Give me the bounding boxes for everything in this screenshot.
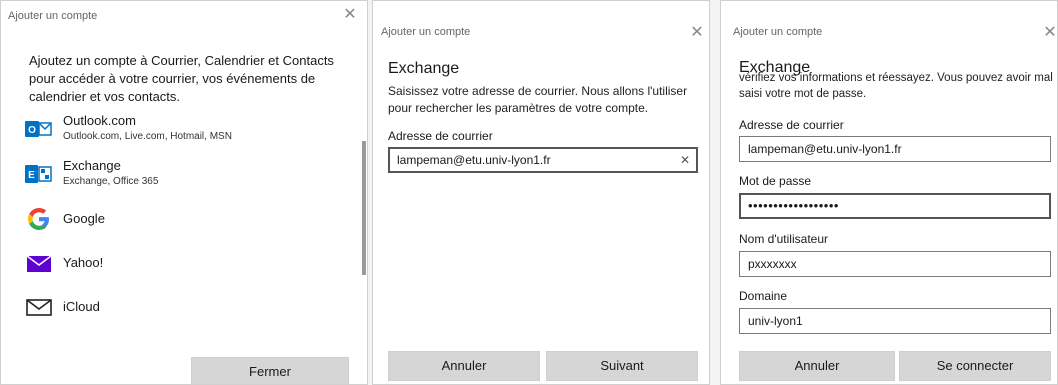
window-title: Ajouter un compte	[381, 26, 471, 38]
email-label: Adresse de courrier	[739, 118, 844, 132]
yahoo-icon	[25, 249, 53, 277]
account-subtitle: Exchange, Office 365	[63, 176, 159, 187]
account-option-outlook[interactable]: O Outlook.com Outlook.com, Live.com, Hot…	[25, 113, 345, 147]
close-button[interactable]: Fermer	[191, 357, 349, 384]
account-option-icloud[interactable]: iCloud	[25, 291, 345, 325]
close-icon[interactable]: ✕	[1039, 22, 1057, 44]
clear-icon[interactable]: ✕	[680, 149, 690, 171]
connect-button[interactable]: Se connecter	[899, 351, 1051, 381]
window-title: Ajouter un compte	[8, 10, 98, 22]
username-label: Nom d'utilisateur	[739, 232, 828, 246]
email-field[interactable]: lampeman@etu.univ-lyon1.fr ✕	[388, 147, 698, 173]
add-account-dialog-exchange-email: Ajouter un compte ✕ Exchange Saisissez v…	[372, 0, 710, 385]
description-text: Saisissez votre adresse de courrier. Nou…	[388, 84, 688, 115]
username-field[interactable]: pxxxxxxx	[739, 251, 1051, 277]
intro-text: Ajoutez un compte à Courrier, Calendrier…	[29, 53, 334, 104]
close-icon[interactable]: ✕	[339, 4, 361, 26]
mail-envelope-icon	[25, 293, 53, 321]
add-account-dialog-choose: Ajouter un compte ✕ Ajoutez un compte à …	[0, 0, 368, 385]
svg-text:E: E	[28, 170, 35, 181]
account-option-google[interactable]: Google	[25, 203, 345, 237]
window-title: Ajouter un compte	[733, 26, 823, 38]
next-button[interactable]: Suivant	[546, 351, 698, 381]
account-name: Outlook.com	[63, 113, 136, 128]
domain-field[interactable]: univ-lyon1	[739, 308, 1051, 334]
error-description: vérifiez vos informations et réessayez. …	[739, 72, 1053, 100]
outlook-icon: O	[25, 115, 53, 143]
email-value: lampeman@etu.univ-lyon1.fr	[397, 153, 551, 167]
add-account-dialog-exchange-credentials: Ajouter un compte ✕ Exchange vérifiez vo…	[720, 0, 1058, 385]
account-name: Google	[63, 211, 105, 226]
cancel-button[interactable]: Annuler	[388, 351, 540, 381]
password-field[interactable]: ••••••••••••••••••	[739, 193, 1051, 219]
account-name: Exchange	[63, 158, 121, 173]
email-field[interactable]: lampeman@etu.univ-lyon1.fr	[739, 136, 1051, 162]
account-subtitle: Outlook.com, Live.com, Hotmail, MSN	[63, 131, 232, 142]
username-value: pxxxxxxx	[748, 257, 797, 271]
domain-value: univ-lyon1	[748, 314, 803, 328]
account-name: iCloud	[63, 299, 100, 314]
email-label: Adresse de courrier	[388, 129, 493, 143]
exchange-icon: E	[25, 160, 53, 188]
password-value: ••••••••••••••••••	[748, 198, 839, 213]
account-option-yahoo[interactable]: Yahoo!	[25, 247, 345, 281]
account-name: Yahoo!	[63, 255, 104, 270]
email-value: lampeman@etu.univ-lyon1.fr	[748, 142, 902, 156]
account-option-exchange[interactable]: E Exchange Exchange, Office 365	[25, 158, 345, 192]
cancel-button[interactable]: Annuler	[739, 351, 895, 381]
svg-text:O: O	[28, 125, 36, 136]
google-icon	[25, 205, 53, 233]
password-label: Mot de passe	[739, 174, 812, 188]
domain-label: Domaine	[739, 289, 788, 303]
close-icon[interactable]: ✕	[686, 22, 708, 44]
page-title: Exchange	[388, 60, 460, 77]
scrollbar[interactable]	[362, 141, 366, 275]
